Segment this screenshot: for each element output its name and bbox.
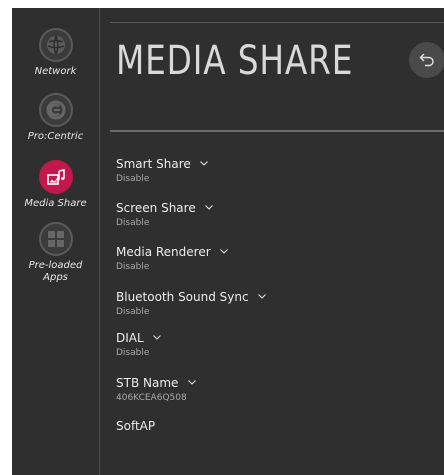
setting-label: STB Name [116, 376, 179, 390]
pro-centric-icon [38, 93, 73, 127]
sidebar-item-label: Network [34, 66, 77, 77]
setting-value: Disable [116, 307, 150, 317]
setting-label: Smart Share [116, 157, 191, 171]
sidebar-item-media-share[interactable]: Media Share [12, 160, 99, 210]
setting-smart-share[interactable]: Smart Share Disable [116, 153, 208, 185]
setting-label: Bluetooth Sound Sync [116, 290, 249, 304]
apps-grid-icon [38, 222, 73, 256]
setting-value: Disable [116, 218, 150, 228]
sidebar-item-label: Pro:Centric [27, 131, 84, 142]
setting-label: Media Renderer [116, 245, 211, 259]
chevron-down-icon [187, 380, 196, 385]
sidebar-item-label: Pre-loaded Apps [28, 260, 83, 283]
setting-stb-name[interactable]: STB Name 406KCEA6Q508 [116, 372, 196, 404]
sidebar-item-pre-loaded-apps[interactable]: Pre-loaded Apps [12, 222, 99, 284]
tv-settings-screen: Network Pro:Centric Media Share Pre-load… [12, 8, 444, 475]
chevron-down-icon [204, 205, 213, 210]
globe-icon [38, 28, 73, 62]
setting-value: Disable [116, 348, 150, 358]
sidebar: Network Pro:Centric Media Share Pre-load… [12, 8, 100, 475]
page-title: MEDIA SHARE [116, 38, 354, 84]
chevron-down-icon [257, 294, 266, 299]
setting-label: SoftAP [116, 419, 156, 433]
setting-dial[interactable]: DIAL Disable [116, 327, 161, 359]
setting-label: DIAL [116, 331, 144, 345]
chevron-down-icon [152, 335, 161, 340]
back-arrow-icon [419, 53, 434, 67]
setting-screen-share[interactable]: Screen Share Disable [116, 197, 213, 229]
chevron-down-icon [199, 161, 208, 166]
divider [110, 130, 444, 132]
setting-value: Disable [116, 262, 150, 272]
setting-label: Screen Share [116, 201, 196, 215]
sidebar-item-pro-centric[interactable]: Pro:Centric [12, 93, 99, 143]
setting-value: 406KCEA6Q508 [116, 393, 187, 403]
chevron-down-icon [219, 249, 228, 254]
main-panel: MEDIA SHARE Smart Share Disable Screen S… [110, 8, 444, 475]
back-button[interactable] [409, 42, 444, 78]
divider [110, 22, 444, 23]
setting-media-renderer[interactable]: Media Renderer Disable [116, 241, 228, 273]
sidebar-item-label: Media Share [24, 198, 87, 209]
setting-value: Disable [116, 174, 150, 184]
media-share-icon [38, 160, 73, 194]
setting-bluetooth-sound-sync[interactable]: Bluetooth Sound Sync Disable [116, 286, 266, 318]
setting-softap[interactable]: SoftAP [116, 415, 155, 434]
sidebar-item-network[interactable]: Network [12, 28, 99, 78]
